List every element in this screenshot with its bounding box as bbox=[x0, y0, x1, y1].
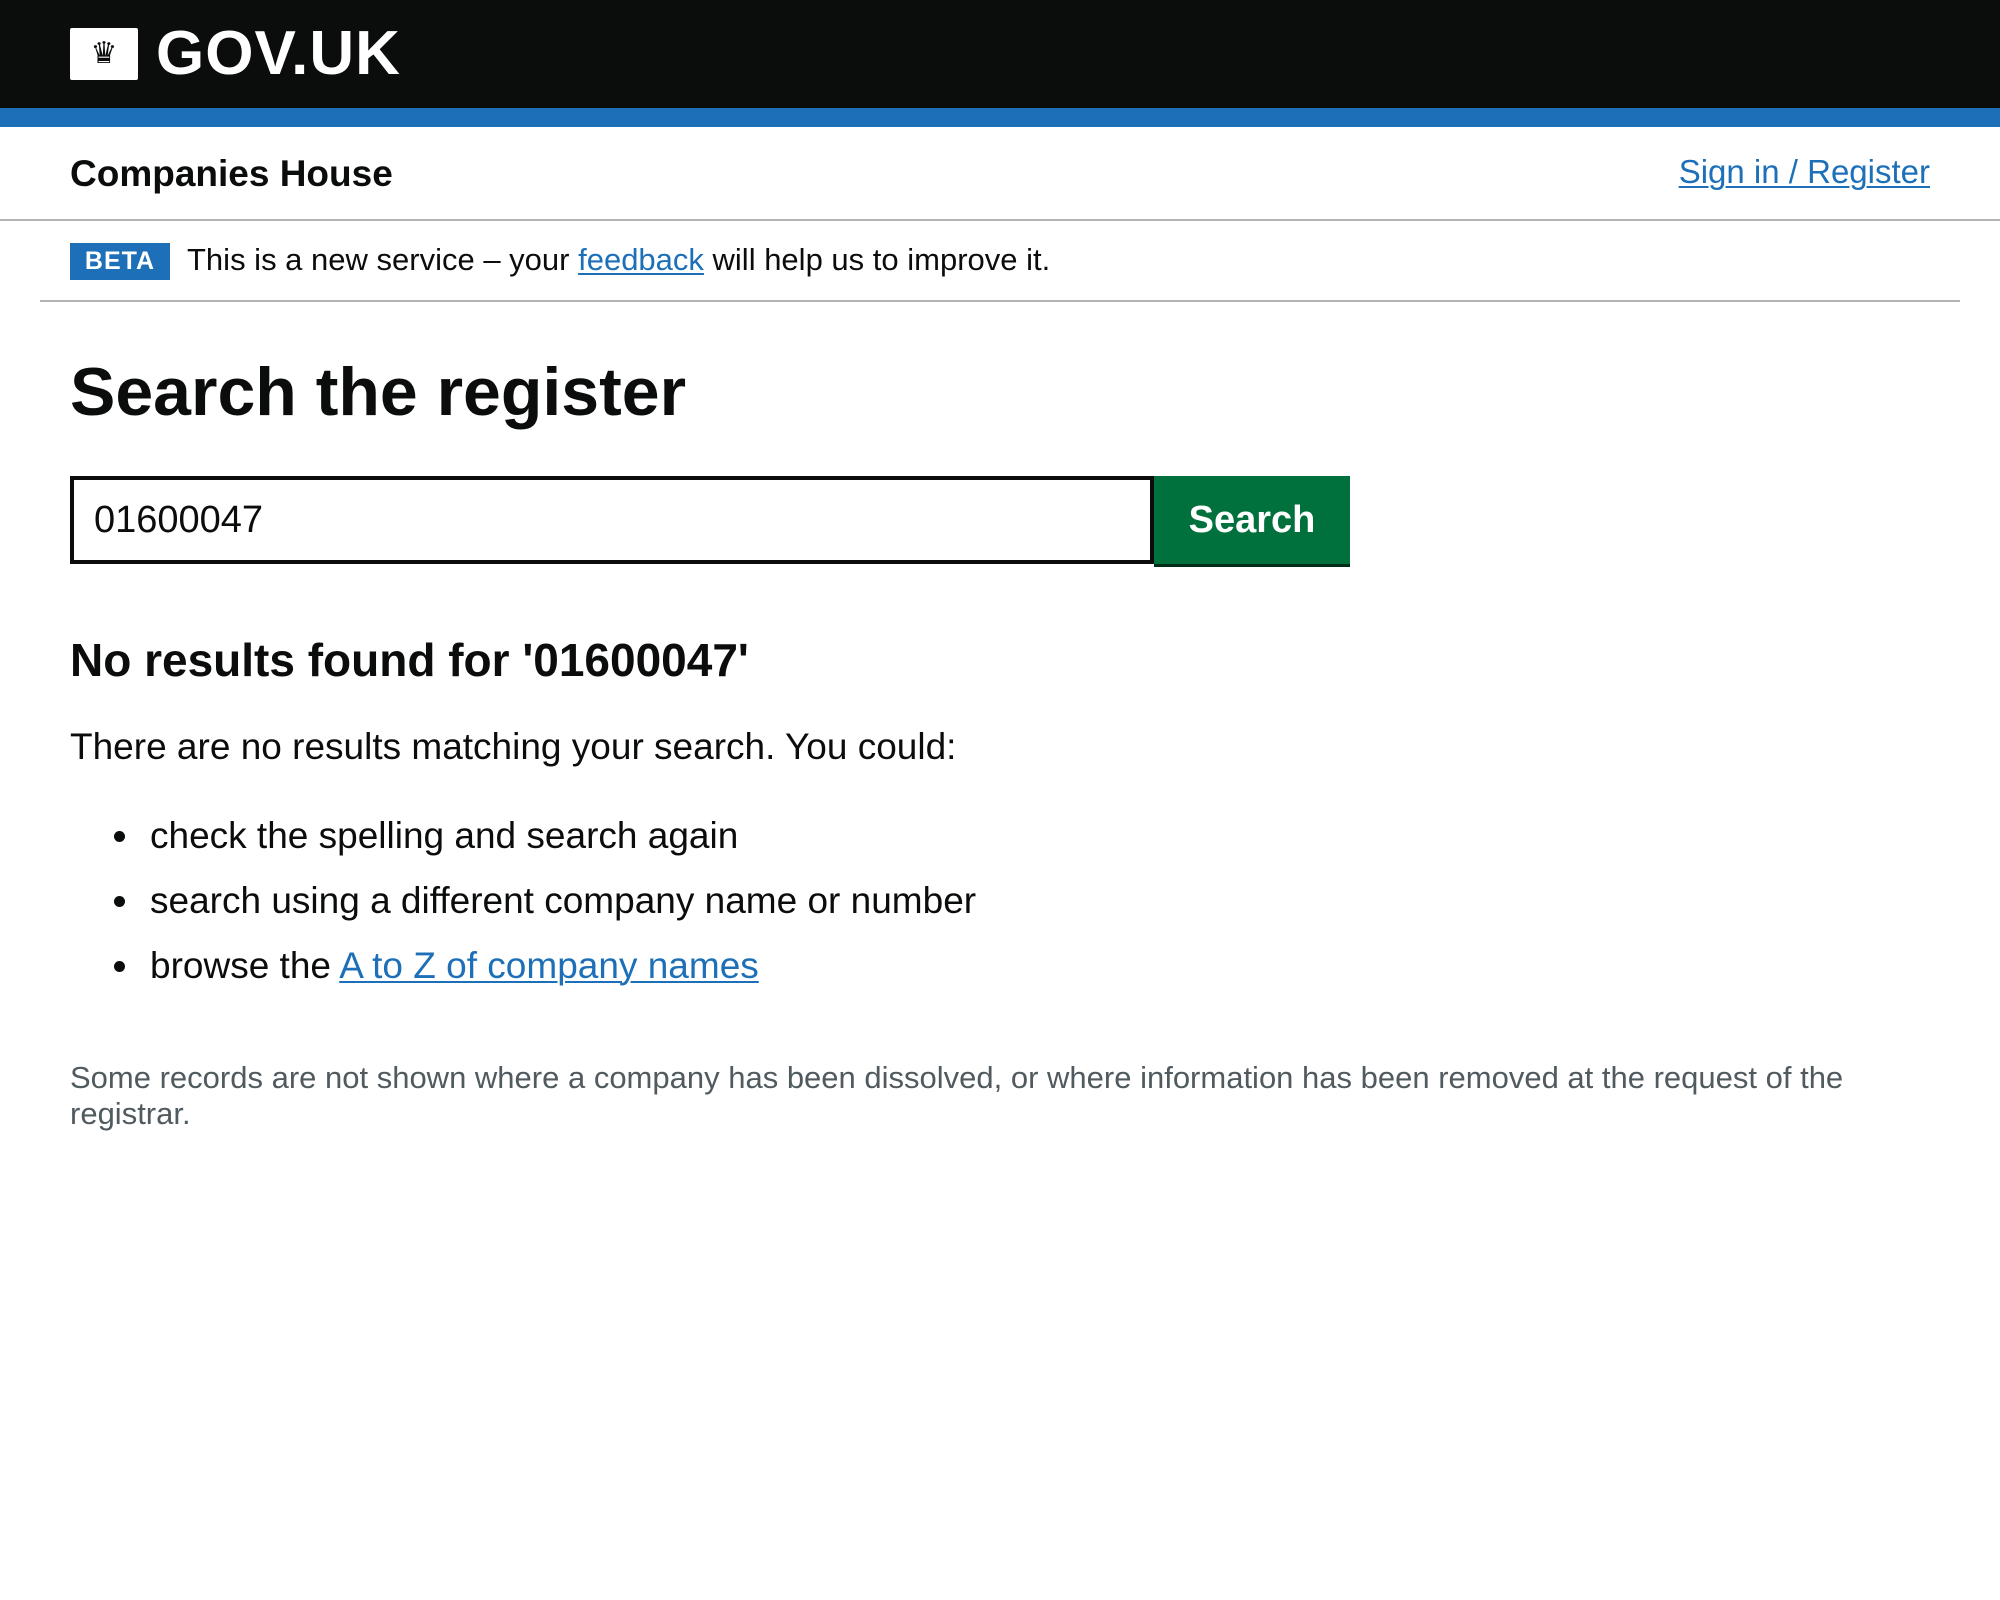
header-blue-stripe bbox=[0, 108, 2000, 127]
govuk-logo-link[interactable]: ♛ GOV.UK bbox=[70, 18, 401, 90]
search-form: Search bbox=[70, 476, 1350, 564]
govuk-logo-text: GOV.UK bbox=[156, 19, 401, 88]
search-input[interactable] bbox=[70, 476, 1154, 564]
list-item: browse the A to Z of company names bbox=[70, 945, 1270, 1010]
no-results-heading: No results found for '01600047' bbox=[70, 634, 749, 686]
service-name: Companies House bbox=[70, 153, 393, 194]
a-to-z-company-names-link[interactable]: A to Z of company names bbox=[339, 945, 759, 986]
search-button[interactable]: Search bbox=[1154, 476, 1350, 564]
crown-icon: ♛ bbox=[70, 28, 138, 80]
feedback-link[interactable]: feedback bbox=[578, 242, 704, 277]
bullet-icon bbox=[114, 831, 125, 842]
records-footnote: Some records are not shown where a compa… bbox=[70, 1060, 1844, 1131]
service-header: Companies House Sign in / Register bbox=[0, 127, 2000, 221]
list-item: check the spelling and search again bbox=[70, 815, 1270, 880]
phase-text-before: This is a new service – your bbox=[187, 242, 579, 277]
list-item: search using a different company name or… bbox=[70, 880, 1270, 945]
phase-banner-text: This is a new service – your feedback wi… bbox=[187, 239, 1050, 281]
header-bar: ♛ GOV.UK bbox=[0, 0, 2000, 108]
phase-text-after: will help us to improve it. bbox=[703, 242, 1051, 277]
suggestion-text: check the spelling and search again bbox=[150, 815, 739, 856]
sign-in-register-link[interactable]: Sign in / Register bbox=[1679, 153, 1930, 191]
no-results-intro: There are no results matching your searc… bbox=[70, 726, 957, 767]
page-title: Search the register bbox=[70, 354, 687, 430]
beta-tag: BETA bbox=[70, 243, 170, 280]
suggestions-list: check the spelling and search again sear… bbox=[70, 815, 1270, 1010]
phase-banner: BETA This is a new service – your feedba… bbox=[40, 221, 1960, 302]
suggestion-text: search using a different company name or… bbox=[150, 880, 977, 921]
browse-prefix: browse the bbox=[150, 945, 340, 986]
bullet-icon bbox=[114, 896, 125, 907]
bullet-icon bbox=[114, 961, 125, 972]
